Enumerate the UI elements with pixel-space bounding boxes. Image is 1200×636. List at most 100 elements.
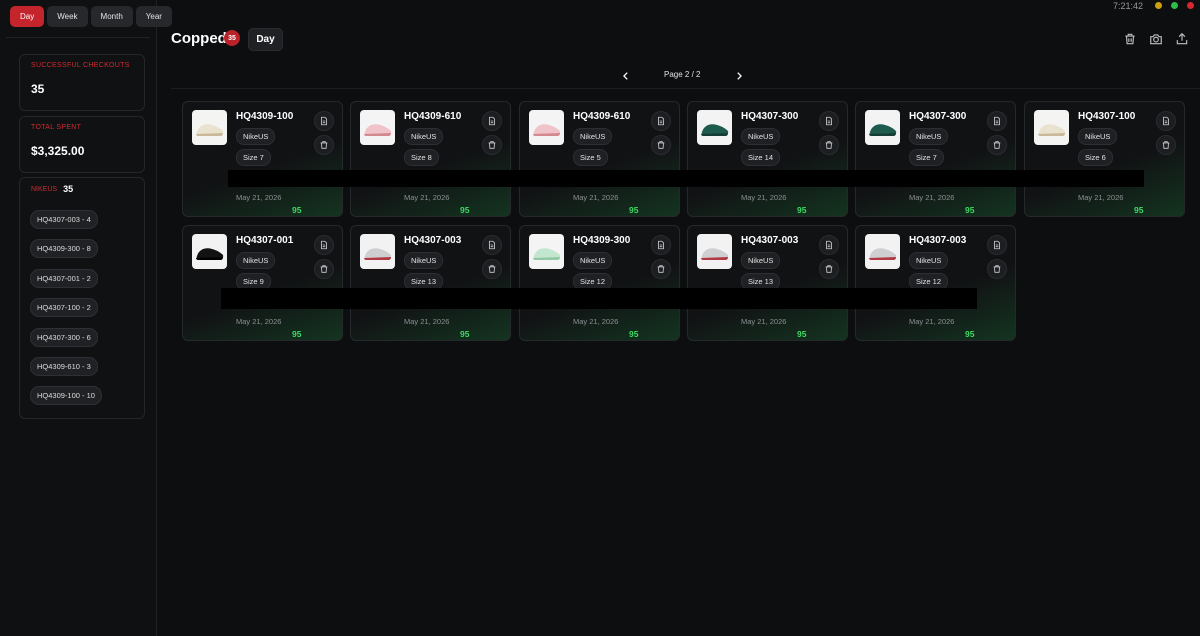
checkout-card[interactable]: HQ4309-300 NikeUS Size 12 May 21, 2026 9… <box>519 225 680 341</box>
clock: 7:21:42 <box>1113 1 1144 11</box>
sku-count-chip[interactable]: HQ4309-100 - 10 <box>30 386 102 405</box>
sku-count-chip[interactable]: HQ4307-300 - 6 <box>30 328 98 347</box>
sku-label: HQ4307-300 <box>909 111 967 122</box>
store-pill: NikeUS <box>404 252 444 269</box>
checkout-card[interactable]: HQ4307-003 NikeUS Size 13 May 21, 2026 9… <box>350 225 511 341</box>
store-pill: NikeUS <box>741 252 781 269</box>
total-spent-label: TOTAL SPENT <box>31 124 82 131</box>
delete-icon[interactable] <box>1156 135 1176 155</box>
sku-label: HQ4309-610 <box>404 111 462 122</box>
receipt-icon[interactable] <box>987 111 1007 131</box>
close-dot[interactable] <box>1187 2 1194 9</box>
checkout-card[interactable]: HQ4307-003 NikeUS Size 12 May 21, 2026 9… <box>855 225 1016 341</box>
trash-icon[interactable] <box>1122 31 1138 47</box>
sku-count-chip[interactable]: HQ4309-300 - 8 <box>30 239 98 258</box>
store-breakdown-card: NIKEUS 35 HQ4307-003 - 4 HQ4309-300 - 8 … <box>19 177 145 419</box>
minimize-dot[interactable] <box>1155 2 1162 9</box>
size-pill: Size 14 <box>741 149 781 166</box>
shoe-image <box>529 110 564 145</box>
store-pill: NikeUS <box>909 128 949 145</box>
size-pill: Size 7 <box>236 149 271 166</box>
store-count: 35 <box>63 184 74 194</box>
delete-icon[interactable] <box>482 259 502 279</box>
tab-month[interactable]: Month <box>90 6 133 27</box>
price-label: 95 <box>292 205 302 215</box>
checkout-date: May 21, 2026 <box>236 317 282 326</box>
sku-label: HQ4307-300 <box>741 111 799 122</box>
delete-icon[interactable] <box>314 135 334 155</box>
sku-count-chip[interactable]: HQ4309-610 - 3 <box>30 357 98 376</box>
total-spent-value: $3,325.00 <box>31 144 85 158</box>
checkout-card[interactable]: HQ4309-610 NikeUS Size 8 May 21, 2026 95 <box>350 101 511 217</box>
checkout-card[interactable]: HQ4307-001 NikeUS Size 9 May 21, 2026 95 <box>182 225 343 341</box>
checkout-date: May 21, 2026 <box>909 193 955 202</box>
checkout-date: May 21, 2026 <box>404 317 450 326</box>
price-label: 95 <box>629 329 639 339</box>
receipt-icon[interactable] <box>314 235 334 255</box>
successful-checkouts-card: SUCCESSFUL CHECKOUTS 35 <box>19 54 145 111</box>
shoe-image <box>697 234 732 269</box>
receipt-icon[interactable] <box>314 111 334 131</box>
receipt-icon[interactable] <box>987 235 1007 255</box>
sku-label: HQ4309-300 <box>573 235 631 246</box>
sku-label: HQ4307-003 <box>404 235 462 246</box>
checkout-date: May 21, 2026 <box>741 317 787 326</box>
store-pill: NikeUS <box>573 128 613 145</box>
chevron-right-icon[interactable] <box>733 70 745 82</box>
delete-icon[interactable] <box>314 259 334 279</box>
delete-icon[interactable] <box>482 135 502 155</box>
checkout-card[interactable]: HQ4307-003 NikeUS Size 13 May 21, 2026 9… <box>687 225 848 341</box>
checkout-date: May 21, 2026 <box>909 317 955 326</box>
checkout-date: May 21, 2026 <box>573 193 619 202</box>
price-label: 95 <box>292 329 302 339</box>
shoe-image <box>360 234 395 269</box>
range-selector-button[interactable]: Day <box>248 28 283 51</box>
checkout-date: May 21, 2026 <box>404 193 450 202</box>
chevron-left-icon[interactable] <box>620 70 632 82</box>
delete-icon[interactable] <box>651 135 671 155</box>
delete-icon[interactable] <box>987 135 1007 155</box>
receipt-icon[interactable] <box>482 111 502 131</box>
sku-count-chip[interactable]: HQ4307-001 - 2 <box>30 269 98 288</box>
store-pill: NikeUS <box>573 252 613 269</box>
tab-day[interactable]: Day <box>10 6 45 27</box>
receipt-icon[interactable] <box>651 111 671 131</box>
delete-icon[interactable] <box>819 259 839 279</box>
successful-checkouts-value: 35 <box>31 82 45 96</box>
receipt-icon[interactable] <box>819 111 839 131</box>
checkout-card[interactable]: HQ4307-300 NikeUS Size 14 May 21, 2026 9… <box>687 101 848 217</box>
checkout-card[interactable]: HQ4309-100 NikeUS Size 7 May 21, 2026 95 <box>182 101 343 217</box>
checkout-card[interactable]: HQ4307-300 NikeUS Size 7 May 21, 2026 95 <box>855 101 1016 217</box>
tab-year[interactable]: Year <box>135 6 172 27</box>
sku-label: HQ4309-100 <box>236 111 294 122</box>
delete-icon[interactable] <box>819 135 839 155</box>
size-pill: Size 6 <box>1078 149 1113 166</box>
receipt-icon[interactable] <box>819 235 839 255</box>
page-indicator: Page 2 / 2 <box>664 70 701 79</box>
maximize-dot[interactable] <box>1171 2 1178 9</box>
page-title: Copped <box>171 30 227 47</box>
upload-icon[interactable] <box>1174 31 1190 47</box>
range-tabs: Day Week Month Year <box>10 6 172 27</box>
receipt-icon[interactable] <box>651 235 671 255</box>
tab-week[interactable]: Week <box>47 6 88 27</box>
sku-count-chip[interactable]: HQ4307-003 - 4 <box>30 210 98 229</box>
checkout-card[interactable]: HQ4307-100 NikeUS Size 6 May 21, 2026 95 <box>1024 101 1185 217</box>
shoe-image <box>697 110 732 145</box>
store-header: NIKEUS 35 <box>31 184 73 194</box>
price-label: 95 <box>965 329 975 339</box>
camera-icon[interactable] <box>1148 31 1164 47</box>
checkout-date: May 21, 2026 <box>1078 193 1124 202</box>
store-pill: NikeUS <box>909 252 949 269</box>
checkout-card[interactable]: HQ4309-610 NikeUS Size 5 May 21, 2026 95 <box>519 101 680 217</box>
delete-icon[interactable] <box>987 259 1007 279</box>
sku-count-chip[interactable]: HQ4307-100 - 2 <box>30 298 98 317</box>
sku-label: HQ4307-003 <box>741 235 799 246</box>
sidebar: Day Week Month Year SUCCESSFUL CHECKOUTS… <box>0 0 172 636</box>
store-pill: NikeUS <box>404 128 444 145</box>
receipt-icon[interactable] <box>482 235 502 255</box>
price-label: 95 <box>629 205 639 215</box>
delete-icon[interactable] <box>651 259 671 279</box>
receipt-icon[interactable] <box>1156 111 1176 131</box>
store-name: NIKEUS <box>31 185 58 193</box>
